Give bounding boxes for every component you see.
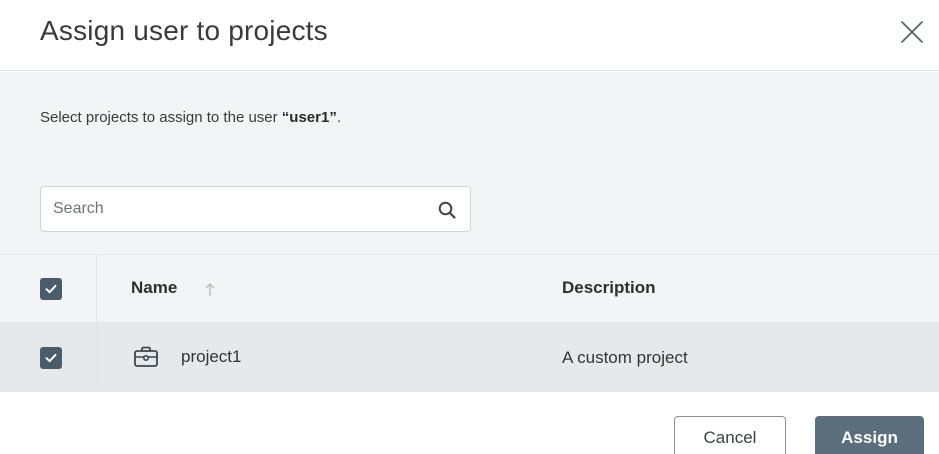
checkmark-icon bbox=[45, 353, 57, 363]
column-divider bbox=[96, 255, 97, 322]
project-name[interactable]: project1 bbox=[181, 346, 241, 368]
table-header-row: Name Description bbox=[0, 254, 939, 322]
project-description: A custom project bbox=[562, 348, 688, 367]
dialog-title: Assign user to projects bbox=[40, 15, 328, 46]
dialog-body: Select projects to assign to the user “u… bbox=[0, 72, 939, 392]
projects-table: Name Description project1 A custom proje… bbox=[0, 254, 939, 392]
intro-prefix: Select projects to assign to the user bbox=[40, 109, 282, 126]
sort-ascending-icon[interactable] bbox=[204, 281, 216, 297]
search-box bbox=[40, 186, 471, 232]
intro-username: “user1” bbox=[281, 109, 337, 126]
checkmark-icon bbox=[45, 284, 57, 294]
table-row[interactable]: project1 A custom project bbox=[0, 322, 939, 392]
column-header-description: Description bbox=[562, 278, 656, 297]
briefcase-icon bbox=[134, 346, 158, 367]
cancel-button[interactable]: Cancel bbox=[674, 416, 786, 454]
dialog-footer: Cancel Assign bbox=[0, 392, 939, 454]
dialog-header: Assign user to projects bbox=[0, 0, 939, 71]
intro-suffix: . bbox=[336, 109, 341, 126]
close-icon bbox=[901, 21, 923, 43]
search-input[interactable] bbox=[41, 187, 426, 231]
column-header-name[interactable]: Name bbox=[131, 277, 177, 299]
select-all-checkbox[interactable] bbox=[40, 278, 62, 300]
column-divider bbox=[96, 323, 97, 391]
intro-text: Select projects to assign to the user “u… bbox=[40, 108, 341, 128]
assign-button[interactable]: Assign bbox=[815, 416, 924, 454]
close-button[interactable] bbox=[894, 14, 930, 50]
assign-projects-dialog: Assign user to projects Select projects … bbox=[0, 0, 939, 454]
row-checkbox[interactable] bbox=[40, 347, 62, 369]
search-icon[interactable] bbox=[437, 200, 457, 220]
